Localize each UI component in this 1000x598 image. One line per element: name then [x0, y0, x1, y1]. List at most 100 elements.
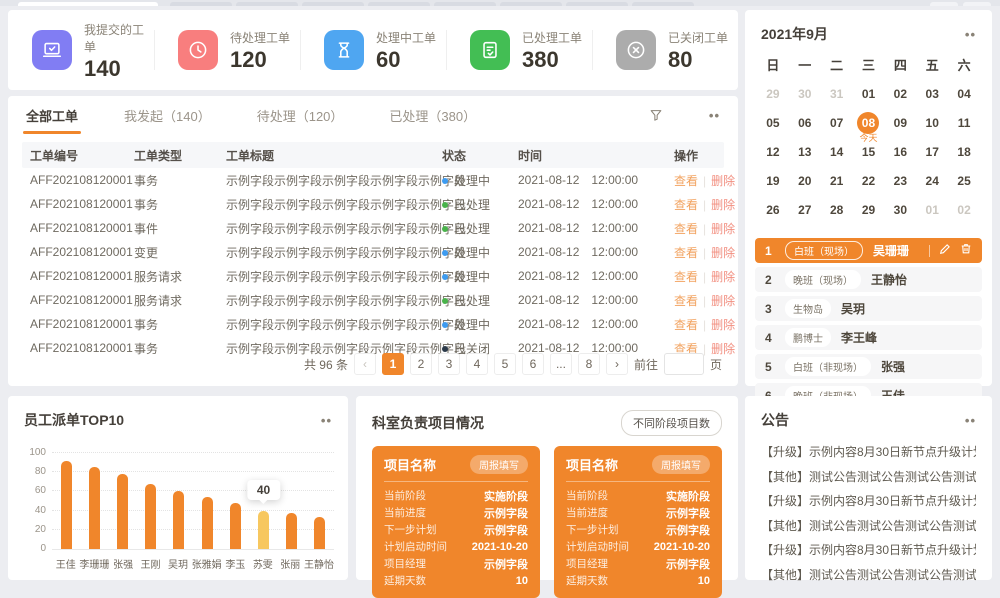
announcements-more-icon[interactable]: •• — [965, 413, 976, 428]
calendar-day[interactable]: 01 — [916, 199, 948, 222]
calendar-day[interactable]: 30 — [884, 199, 916, 222]
calendar-day[interactable]: 28 — [821, 199, 853, 222]
shift-row[interactable]: 2晚班（现场）王静怡 — [755, 267, 982, 292]
calendar-day[interactable]: 19 — [757, 170, 789, 193]
calendar-day[interactable]: 16 — [884, 141, 916, 164]
page-button-1[interactable]: 1 — [382, 353, 404, 375]
chart-more-icon[interactable]: •• — [321, 413, 332, 428]
bar-吴玥[interactable] — [173, 491, 184, 549]
calendar-day[interactable]: 29 — [757, 83, 789, 106]
calendar-day[interactable]: 20 — [789, 170, 821, 193]
view-link[interactable]: 查看 — [674, 318, 698, 332]
calendar-day[interactable]: 24 — [916, 170, 948, 193]
browser-tab[interactable] — [368, 2, 430, 6]
weekly-report-badge[interactable]: 周报填写 — [470, 455, 528, 474]
calendar-day[interactable]: 18 — [948, 141, 980, 164]
bar-张强[interactable] — [117, 474, 128, 549]
announcement-item[interactable]: 【升级】示例内容8月30日新节点升级计划通知 — [761, 489, 976, 514]
calendar-day[interactable]: 30 — [789, 83, 821, 106]
bar-张丽[interactable] — [286, 513, 297, 549]
bar-王佳[interactable] — [61, 461, 72, 549]
calendar-today[interactable]: 08 — [857, 112, 879, 134]
calendar-day[interactable]: 05 — [757, 112, 789, 135]
calendar-day[interactable]: 14 — [821, 141, 853, 164]
page-button-3[interactable]: 3 — [438, 353, 460, 375]
tab-3[interactable]: 待处理（120） — [257, 106, 344, 125]
announcement-item[interactable]: 【升级】示例内容8月30日新节点升级计划通知 — [761, 440, 976, 465]
view-link[interactable]: 查看 — [674, 222, 698, 236]
calendar-more-icon[interactable]: •• — [965, 27, 976, 42]
calendar-day[interactable]: 11 — [948, 112, 980, 135]
delete-link[interactable]: 删除 — [711, 198, 735, 212]
calendar-day[interactable]: 26 — [757, 199, 789, 222]
delete-link[interactable]: 删除 — [711, 174, 735, 188]
page-button-4[interactable]: 4 — [466, 353, 488, 375]
calendar-day[interactable]: 31 — [821, 83, 853, 106]
shift-row[interactable]: 4鹏博士李王峰 — [755, 325, 982, 350]
delete-icon[interactable] — [960, 242, 972, 260]
shift-row[interactable]: 3生物岛吴玥 — [755, 296, 982, 321]
tab-1[interactable]: 全部工单 — [26, 106, 78, 125]
worklist-more-icon[interactable]: •• — [709, 108, 720, 123]
tab-4[interactable]: 已处理（380） — [389, 106, 476, 125]
calendar-day[interactable]: 12 — [757, 141, 789, 164]
announcement-item[interactable]: 【升级】示例内容8月30日新节点升级计划通知 — [761, 538, 976, 563]
browser-tab[interactable] — [566, 2, 628, 6]
delete-link[interactable]: 删除 — [711, 318, 735, 332]
delete-link[interactable]: 删除 — [711, 222, 735, 236]
browser-tab[interactable] — [434, 2, 496, 6]
shift-row[interactable]: 5白班（非现场）张强 — [755, 354, 982, 379]
calendar-day[interactable]: 25 — [948, 170, 980, 193]
browser-tab[interactable] — [170, 2, 232, 6]
browser-control[interactable] — [930, 2, 958, 6]
browser-tab[interactable] — [302, 2, 364, 6]
edit-icon[interactable] — [939, 242, 951, 260]
calendar-day[interactable]: 13 — [789, 141, 821, 164]
calendar-day[interactable]: 17 — [916, 141, 948, 164]
calendar-day[interactable]: 09 — [884, 112, 916, 135]
browser-tab[interactable] — [500, 2, 562, 6]
calendar-day[interactable]: 22 — [853, 170, 885, 193]
filter-icon[interactable] — [649, 108, 663, 122]
calendar-day[interactable]: 15 — [853, 141, 885, 164]
calendar-day[interactable]: 06 — [789, 112, 821, 135]
page-button-5[interactable]: 5 — [494, 353, 516, 375]
browser-tab[interactable] — [236, 2, 298, 6]
bar-王静怡[interactable] — [314, 517, 325, 549]
delete-link[interactable]: 删除 — [711, 270, 735, 284]
bar-李玉[interactable] — [230, 503, 241, 549]
phase-count-button[interactable]: 不同阶段项目数 — [621, 410, 722, 436]
calendar-day[interactable]: 27 — [789, 199, 821, 222]
delete-link[interactable]: 删除 — [711, 246, 735, 260]
bar-张雅娟[interactable] — [202, 497, 213, 549]
view-link[interactable]: 查看 — [674, 270, 698, 284]
pagination-prev-button[interactable]: ‹ — [354, 353, 376, 375]
calendar-day[interactable]: 03 — [916, 83, 948, 106]
announcement-item[interactable]: 【其他】测试公告测试公告测试公告测试公告测试公告 — [761, 514, 976, 539]
bar-王刚[interactable] — [145, 484, 156, 549]
calendar-day[interactable]: 23 — [884, 170, 916, 193]
pagination-goto-input[interactable] — [664, 353, 704, 375]
calendar-day[interactable]: 10 — [916, 112, 948, 135]
bar-李珊珊[interactable] — [89, 467, 100, 549]
view-link[interactable]: 查看 — [674, 174, 698, 188]
page-button-8[interactable]: 8 — [578, 353, 600, 375]
view-link[interactable]: 查看 — [674, 198, 698, 212]
project-card[interactable]: 项目名称周报填写当前阶段实施阶段当前进度示例字段下一步计划示例字段计划启动时间2… — [554, 446, 722, 598]
calendar-day[interactable]: 29 — [853, 199, 885, 222]
weekly-report-badge[interactable]: 周报填写 — [652, 455, 710, 474]
page-button-2[interactable]: 2 — [410, 353, 432, 375]
calendar-day[interactable]: 04 — [948, 83, 980, 106]
browser-control[interactable] — [963, 2, 991, 6]
view-link[interactable]: 查看 — [674, 294, 698, 308]
pagination-next-button[interactable]: › — [606, 353, 628, 375]
shift-row[interactable]: 1白班（现场）吴珊珊 — [755, 238, 982, 263]
project-card[interactable]: 项目名称周报填写当前阶段实施阶段当前进度示例字段下一步计划示例字段计划启动时间2… — [372, 446, 540, 598]
browser-tab-active[interactable] — [18, 2, 158, 6]
announcement-item[interactable]: 【其他】测试公告测试公告测试公告测试公告测试公告 — [761, 563, 976, 588]
calendar-day[interactable]: 02 — [884, 83, 916, 106]
calendar-day[interactable]: 21 — [821, 170, 853, 193]
announcement-item[interactable]: 【其他】测试公告测试公告测试公告测试公告测试公告 — [761, 465, 976, 490]
view-link[interactable]: 查看 — [674, 246, 698, 260]
calendar-day[interactable]: 08今天 — [853, 112, 885, 135]
